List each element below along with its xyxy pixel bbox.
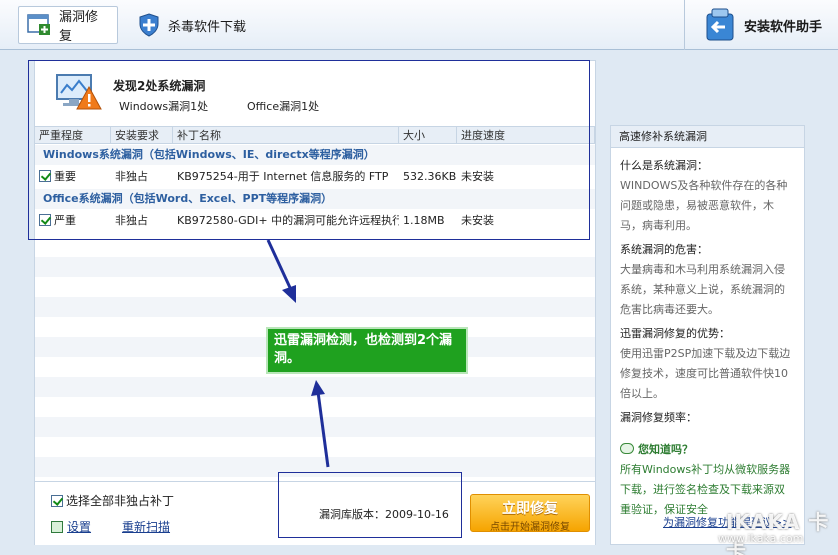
section-heading: 迅雷漏洞修复的优势： [620, 327, 730, 340]
settings-label: 设置 [67, 520, 92, 534]
select-all-checkbox[interactable]: 选择全部非独占补丁 [51, 492, 174, 509]
vuln-fix-icon [27, 14, 51, 36]
tip-title: 您知道吗？ [638, 443, 693, 456]
fix-now-sublabel: 点击开始漏洞修复 [490, 522, 570, 533]
section-body: 大量病毒和木马利用系统漏洞入侵系统，某种意义上说，系统漏洞的危害比病毒还要大。 [620, 263, 785, 316]
fix-vuln-label: 漏洞修复 [59, 10, 99, 44]
section-heading: 什么是系统漏洞： [620, 159, 708, 172]
shield-icon [138, 13, 160, 37]
annotation-outline-top [28, 60, 590, 240]
toolbar-divider [684, 0, 685, 50]
antivirus-label: 杀毒软件下载 [168, 19, 247, 35]
select-all-check[interactable] [51, 495, 63, 507]
section-heading: 漏洞修复频率： [620, 411, 697, 424]
tip-title-row: 您知道吗？ [620, 440, 795, 460]
fix-now-label: 立即修复 [502, 501, 558, 517]
annotation-note: 迅雷漏洞检测，也检测到2个漏洞。 [266, 327, 468, 374]
select-all-label: 选择全部非独占补丁 [66, 494, 175, 508]
installer-helper-tab[interactable]: 安装软件助手 [696, 6, 830, 44]
top-toolbar: 漏洞修复 杀毒软件下载 安装软件助手 [0, 0, 838, 50]
installer-box-icon [704, 8, 736, 42]
rescan-link[interactable]: 重新扫描 [122, 518, 170, 535]
section-heading: 系统漏洞的危害： [620, 243, 708, 256]
fix-now-button[interactable]: 立即修复 点击开始漏洞修复 [470, 494, 590, 533]
speech-bubble-icon [620, 443, 634, 454]
installer-label: 安装软件助手 [744, 19, 823, 35]
section-body: WINDOWS及各种软件存在的各种问题或隐患，易被恶意软件，木马，病毒利用。 [620, 179, 788, 232]
annotation-outline-bottom [278, 472, 462, 538]
fix-vuln-tab[interactable]: 漏洞修复 [18, 6, 118, 44]
watermark-url: www.ikaka.com [718, 532, 804, 545]
side-panel-title: 高速修补系统漏洞 [611, 126, 804, 148]
settings-icon [51, 521, 63, 533]
settings-link[interactable]: 设置 [51, 518, 91, 535]
antivirus-download-tab[interactable]: 杀毒软件下载 [130, 6, 254, 44]
watermark-brand: IKAKA 卡卡 [726, 510, 830, 555]
section-body: 使用迅雷P2SP加速下载及边下载边修复技术，速度可比普通软件快10倍以上。 [620, 347, 791, 400]
site-watermark: IKAKA 卡卡 www.ikaka.com [708, 506, 830, 555]
info-side-panel: 高速修补系统漏洞 什么是系统漏洞： WINDOWS及各种软件存在的各种问题或隐患… [610, 125, 805, 545]
